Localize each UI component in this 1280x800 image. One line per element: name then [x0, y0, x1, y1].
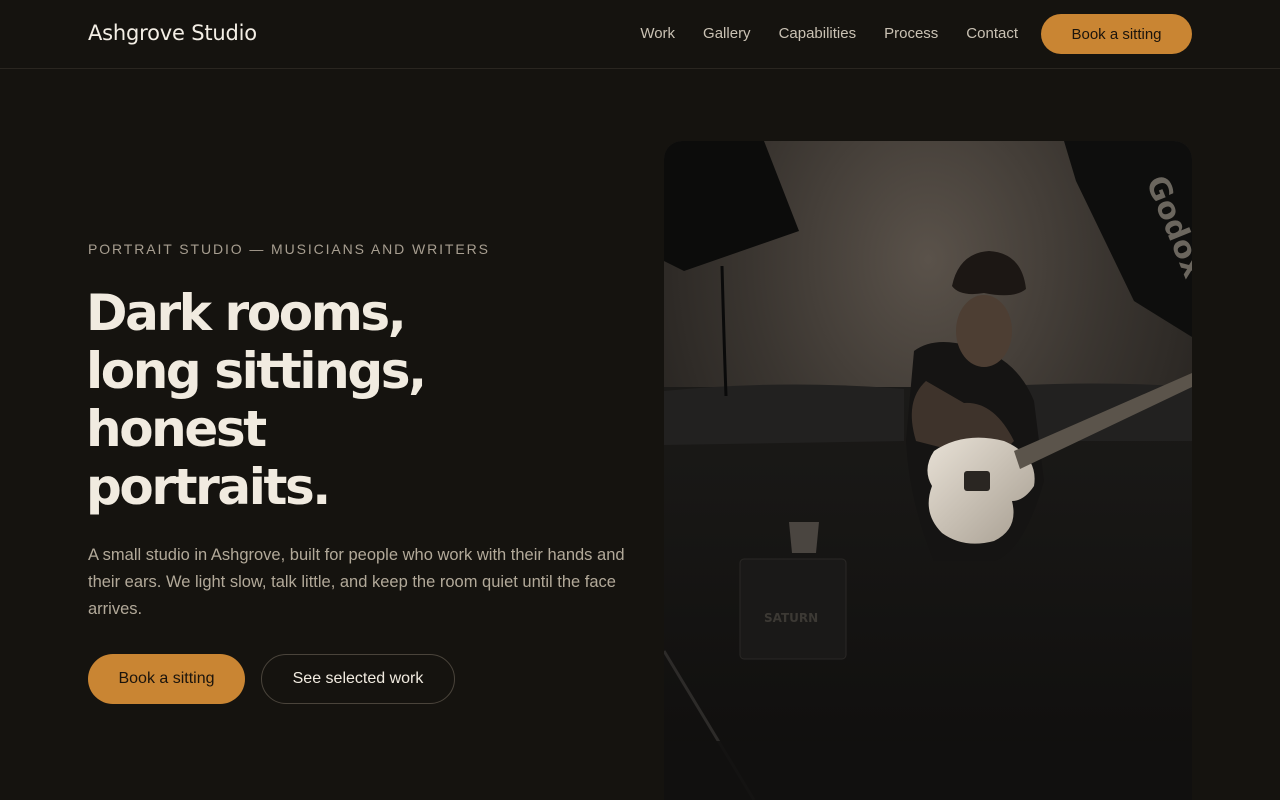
nav-link-process[interactable]: Process [884, 25, 938, 42]
portrait-illustration: Godox SATURN [664, 141, 1192, 800]
hero-headline: Dark rooms, long sittings, honest portra… [86, 284, 586, 516]
nav-link-gallery[interactable]: Gallery [703, 25, 751, 42]
sofa-cushion [664, 384, 904, 445]
headline-line: portraits. [86, 458, 331, 516]
headline-line: Dark rooms, [86, 284, 407, 342]
floor-rug [664, 741, 1192, 800]
nav-link-contact[interactable]: Contact [966, 25, 1018, 42]
amp-label: SATURN [764, 611, 818, 625]
guitar-pickup [964, 471, 990, 491]
person-head [956, 295, 1012, 367]
nav-link-work[interactable]: Work [640, 25, 675, 42]
hero-portrait-photo: Godox SATURN [664, 141, 1192, 800]
nav-link-capabilities[interactable]: Capabilities [779, 25, 857, 42]
top-navigation-bar: Ashgrove Studio Work Gallery Capabilitie… [0, 0, 1280, 69]
brand-logo[interactable]: Ashgrove Studio [88, 21, 257, 45]
hero-book-sitting-button[interactable]: Book a sitting [88, 654, 245, 704]
nav-book-sitting-button[interactable]: Book a sitting [1041, 14, 1192, 54]
see-selected-work-button[interactable]: See selected work [261, 654, 455, 704]
guitar-amplifier [739, 558, 847, 660]
headline-line: long sittings, [86, 342, 427, 400]
headline-line: honest [86, 400, 267, 458]
hero-eyebrow: PORTRAIT STUDIO — MUSICIANS AND WRITERS [88, 241, 490, 257]
main-nav: Work Gallery Capabilities Process Contac… [640, 25, 1018, 42]
hero-description: A small studio in Ashgrove, built for pe… [88, 546, 625, 618]
coffee-mug [789, 522, 819, 553]
